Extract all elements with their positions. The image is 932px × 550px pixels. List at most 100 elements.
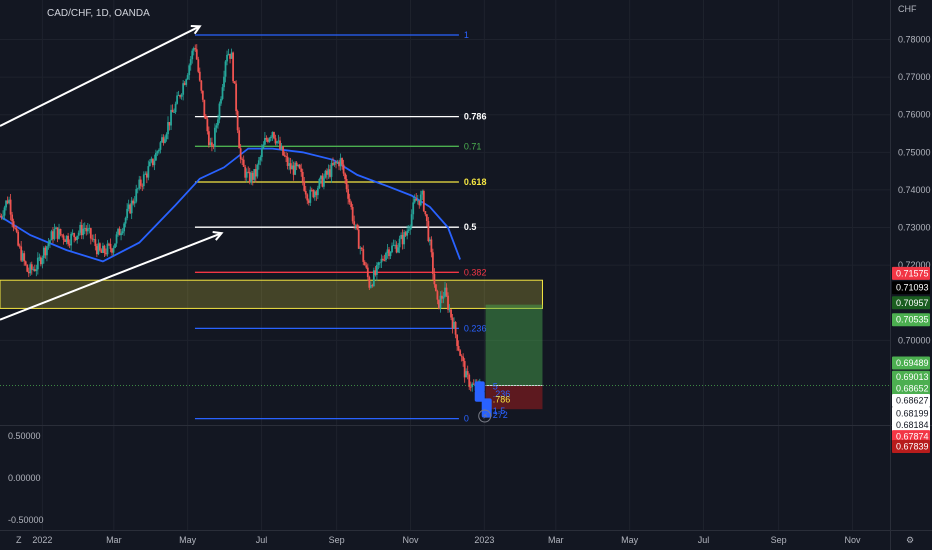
candle-body [273, 132, 275, 139]
candle-body [14, 227, 17, 229]
candle-body [136, 188, 139, 190]
candle-body [73, 233, 76, 238]
candle-body [186, 75, 189, 80]
candle-body [106, 243, 109, 255]
price-tick-label: 0.75000 [898, 147, 931, 157]
price-badge-label: 0.71093 [896, 283, 929, 293]
candle-body [383, 260, 386, 261]
candle-body [2, 215, 4, 217]
candle-body [147, 166, 150, 178]
candle-body [398, 238, 401, 248]
candle-body [323, 177, 325, 187]
candle-body [218, 103, 221, 120]
candle-body [67, 235, 70, 244]
currency-label: CHF [898, 4, 917, 14]
candle-body [135, 189, 138, 202]
indicator-tick-label: 0.50000 [8, 431, 41, 441]
candle-body [98, 243, 101, 251]
candle-body [124, 218, 127, 224]
candle-body [431, 252, 434, 274]
candle-body [366, 267, 369, 278]
pattern-point-marker[interactable] [474, 381, 485, 393]
candle-body [435, 284, 437, 292]
candle-body [433, 273, 436, 285]
candle-body [3, 207, 6, 216]
candle-body [214, 127, 216, 147]
candle-body [180, 94, 183, 97]
take-profit-area[interactable] [485, 304, 543, 386]
time-tick-label: Sep [329, 535, 345, 545]
candle-body [59, 228, 62, 235]
candle-body [407, 229, 410, 231]
candle-body [236, 111, 239, 131]
price-badge-label: 0.67839 [896, 441, 929, 451]
support-zone[interactable] [0, 279, 543, 309]
candle-body [356, 224, 359, 230]
candle-body [11, 214, 14, 222]
candle-body [245, 171, 248, 178]
fib-level-label: 0.5 [464, 222, 477, 232]
candle-body [375, 264, 378, 275]
candle-body [303, 181, 306, 191]
candle-body [360, 247, 363, 250]
candle-body [133, 201, 136, 204]
time-tick-label: May [179, 535, 197, 545]
candle-body [211, 142, 213, 146]
candle-body [347, 189, 350, 199]
candle-body [466, 371, 469, 375]
time-tick-label: Mar [106, 535, 122, 545]
candle-body [194, 48, 197, 50]
time-tick-label: Sep [771, 535, 787, 545]
symbol-title: CAD/CHF, 1D, OANDA [47, 8, 150, 19]
candle-body [427, 220, 430, 242]
candle-body [316, 188, 319, 196]
price-tick-label: 0.76000 [898, 110, 931, 120]
candle-body [94, 239, 97, 247]
candle-body [445, 287, 448, 296]
price-badge-label: 0.70535 [896, 315, 929, 325]
candle-body [24, 261, 27, 265]
price-badge-label: 0.68184 [896, 420, 929, 430]
candle-body [412, 202, 415, 215]
price-tick-label: 0.78000 [898, 34, 931, 44]
fib-level-label: 0 [464, 414, 469, 424]
candle-body [123, 223, 126, 232]
candle-body [171, 109, 174, 113]
candle-body [436, 291, 439, 300]
candle-body [89, 228, 92, 239]
settings-icon[interactable]: ⚙ [906, 535, 914, 545]
candle-body [26, 264, 29, 272]
pattern-point-marker[interactable] [474, 390, 485, 402]
price-badge-label: 0.69013 [896, 372, 929, 382]
candle-body [442, 296, 445, 299]
candle-body [115, 234, 118, 244]
candle-body [454, 322, 457, 335]
candle-body [30, 264, 33, 270]
price-tick-label: 0.73000 [898, 223, 931, 233]
candle-body [363, 261, 366, 266]
candle-body [155, 152, 157, 161]
candle-body [391, 245, 393, 253]
candle-body [61, 234, 63, 236]
candle-body [77, 232, 80, 236]
candle-body [53, 229, 56, 240]
candle-body [238, 130, 241, 149]
price-badge-label: 0.71575 [896, 268, 929, 278]
candle-body [379, 262, 381, 264]
candle-body [223, 76, 225, 88]
chart-canvas[interactable]: 10.7860.710.6180.50.3820.2360 5.236.7861… [0, 0, 932, 550]
candle-body [165, 134, 168, 140]
candle-body [397, 247, 399, 253]
candle-body [430, 239, 433, 253]
candle-body [12, 221, 15, 228]
candle-body [170, 109, 172, 126]
time-tick-label: Nov [844, 535, 861, 545]
timezone-z-icon[interactable]: Z [16, 535, 22, 545]
candle-body [239, 148, 242, 160]
candle-body [341, 158, 343, 165]
candle-body [158, 149, 160, 152]
candle-body [156, 151, 159, 153]
candle-body [197, 59, 200, 72]
candle-body [189, 59, 192, 66]
candle-body [457, 346, 460, 351]
